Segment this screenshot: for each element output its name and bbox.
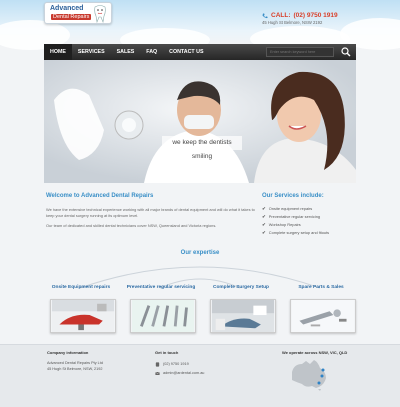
company-address: 45 Hugh St Belmore, NSW, 2192 (47, 367, 103, 371)
list-item: ✔ Preventative regular servicing (262, 213, 362, 221)
email-icon (155, 371, 160, 375)
footer-email-row: admin@ardental.com.au (155, 369, 204, 378)
phone-icon (155, 362, 160, 367)
card-title[interactable]: Spare Parts & Sales (284, 283, 358, 292)
hero-tagline: we keep the dentists smiling (162, 136, 242, 160)
footer-get-in-touch: Get in touch (02) 9750 1919 admin@ardent… (155, 350, 204, 378)
expertise-card-spare-parts[interactable]: Spare Parts & Sales (284, 283, 358, 338)
services-heading: Our Services include: (262, 193, 324, 199)
welcome-section: Welcome to Advanced Dental Repairs We ha… (46, 193, 256, 229)
service-label: Complete surgery setup and fitouts (268, 230, 330, 235)
dental-chair-image (50, 299, 116, 333)
services-section: Our Services include: ✔ Onsite equipment … (262, 193, 362, 237)
logo-line1: Advanced (50, 5, 84, 12)
footer-heading: We operate across NSW, VIC, QLD (282, 350, 348, 355)
welcome-paragraph: Our team of dedicated and skilled dental… (46, 223, 217, 228)
hero-banner: we keep the dentists smiling (44, 60, 356, 183)
list-item: ✔ Workshop Repairs (262, 221, 362, 229)
call-label: CALL: (271, 12, 291, 19)
site-logo[interactable]: Advanced Dental Repairs (44, 2, 112, 24)
footer-phone-row: (02) 9750 1919 (155, 360, 204, 369)
surgery-room-image (210, 299, 276, 333)
service-label: Preventative regular servicing (268, 214, 321, 219)
nav-item-sales[interactable]: SALES (111, 44, 141, 60)
service-label: Workshop Repairs (268, 222, 301, 227)
logo-line2: Dental Repairs (51, 14, 92, 20)
check-icon: ✔ (262, 206, 266, 211)
card-title[interactable]: Complete Surgery Setup (204, 283, 278, 292)
spare-parts-image (290, 299, 356, 333)
footer-email[interactable]: admin@ardental.com.au (163, 369, 204, 378)
nav-item-home[interactable]: HOME (44, 44, 72, 60)
card-title[interactable]: Preventative regular servicing (124, 283, 198, 292)
expertise-card-onsite[interactable]: Onsite Equipment repairs (44, 283, 118, 338)
list-item: ✔ Complete surgery setup and fitouts (262, 229, 362, 237)
nav-item-faq[interactable]: FAQ (140, 44, 163, 60)
hero-dentist-image (44, 60, 356, 183)
search-input[interactable] (266, 47, 334, 57)
handpieces-image (130, 299, 196, 333)
header-contact: CALL: (02) 9750 1919 45 Hugh St Belmore,… (262, 12, 338, 25)
footer-heading: Company information (47, 350, 89, 355)
expertise-card-servicing[interactable]: Preventative regular servicing (124, 283, 198, 338)
card-title[interactable]: Onsite Equipment repairs (44, 283, 118, 292)
main-navigation: HOME SERVICES SALES FAQ CONTACT US (44, 44, 356, 60)
check-icon: ✔ (262, 222, 266, 227)
footer-company-info: Company information Advanced Dental Repa… (47, 350, 103, 372)
nav-item-services[interactable]: SERVICES (72, 44, 111, 60)
phone-icon (262, 13, 268, 18)
welcome-heading: Welcome to Advanced Dental Repairs (46, 193, 154, 199)
search-icon[interactable] (340, 46, 352, 58)
australia-map-image (292, 360, 326, 391)
service-label: Onsite equipment repairs (268, 206, 313, 211)
check-icon: ✔ (262, 214, 266, 219)
nav-item-contact-us[interactable]: CONTACT US (163, 44, 209, 60)
header-address: 45 Hugh St Belmore, NSW 2192 (262, 20, 323, 25)
site-footer: Company information Advanced Dental Repa… (0, 344, 400, 407)
footer-heading: Get in touch (155, 350, 179, 355)
welcome-paragraph: We have the extensive technical experien… (46, 207, 255, 218)
footer-phone[interactable]: (02) 9750 1919 (163, 360, 189, 369)
list-item: ✔ Onsite equipment repairs (262, 205, 362, 213)
header-phone-number[interactable]: (02) 9750 1919 (294, 12, 338, 19)
phone-row: CALL: (02) 9750 1919 (262, 12, 338, 19)
tooth-mascot-icon (94, 5, 106, 23)
services-list: ✔ Onsite equipment repairs ✔ Preventative … (262, 205, 362, 237)
expertise-card-surgery-setup[interactable]: Complete Surgery Setup (204, 283, 278, 338)
check-icon: ✔ (262, 230, 266, 235)
